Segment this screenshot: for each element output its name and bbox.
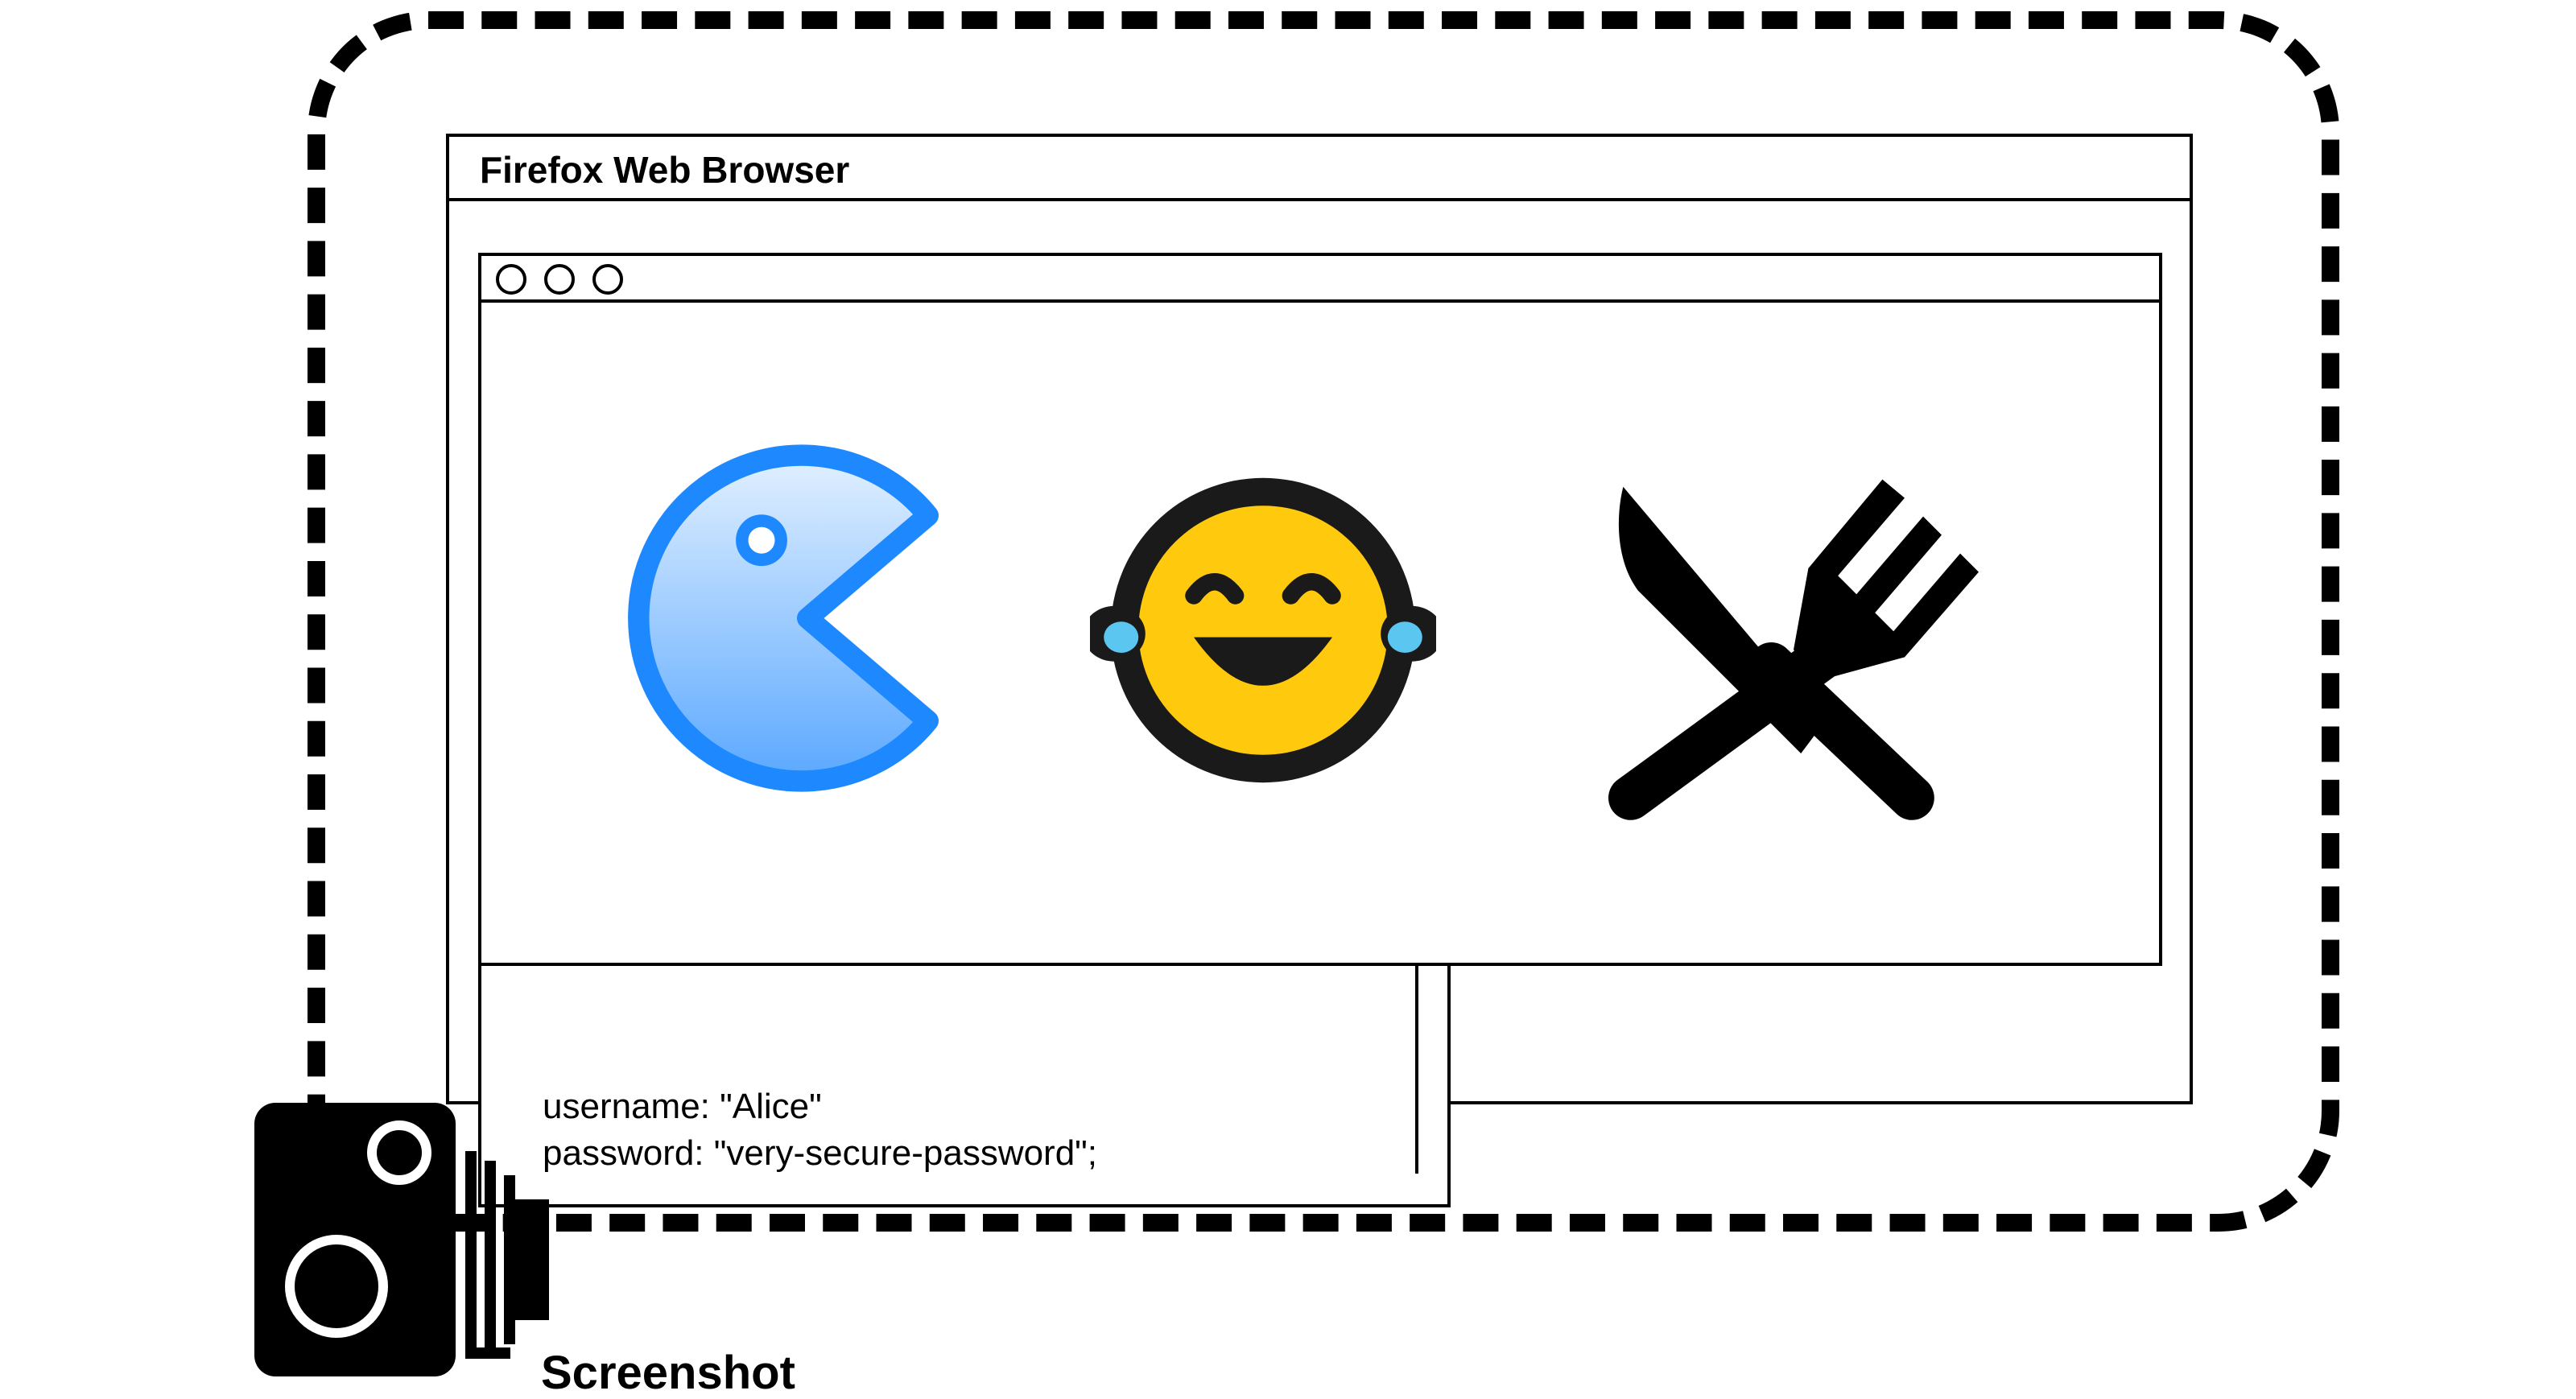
username-line: username: "Alice": [543, 1087, 822, 1126]
fork-and-knife-icon: [1608, 479, 1979, 820]
screenshot-label: Screenshot: [541, 1347, 795, 1399]
window-control-dot[interactable]: [544, 264, 575, 295]
face-with-tears-of-joy-icon: [1090, 477, 1436, 783]
window-title: Firefox Web Browser: [480, 149, 850, 191]
window-control-dot[interactable]: [592, 264, 623, 295]
web-page-window: [478, 253, 2162, 966]
pacman-icon: [628, 444, 939, 792]
page-toolbar: [481, 256, 2159, 303]
window-titlebar: Firefox Web Browser: [449, 137, 2190, 201]
camera-icon: [254, 1103, 549, 1376]
window-control-dot[interactable]: [496, 264, 526, 295]
password-line: password: "very-secure-password";: [543, 1133, 1098, 1173]
browser-window: Firefox Web Browser username: "Alice" pa…: [446, 134, 2193, 1207]
